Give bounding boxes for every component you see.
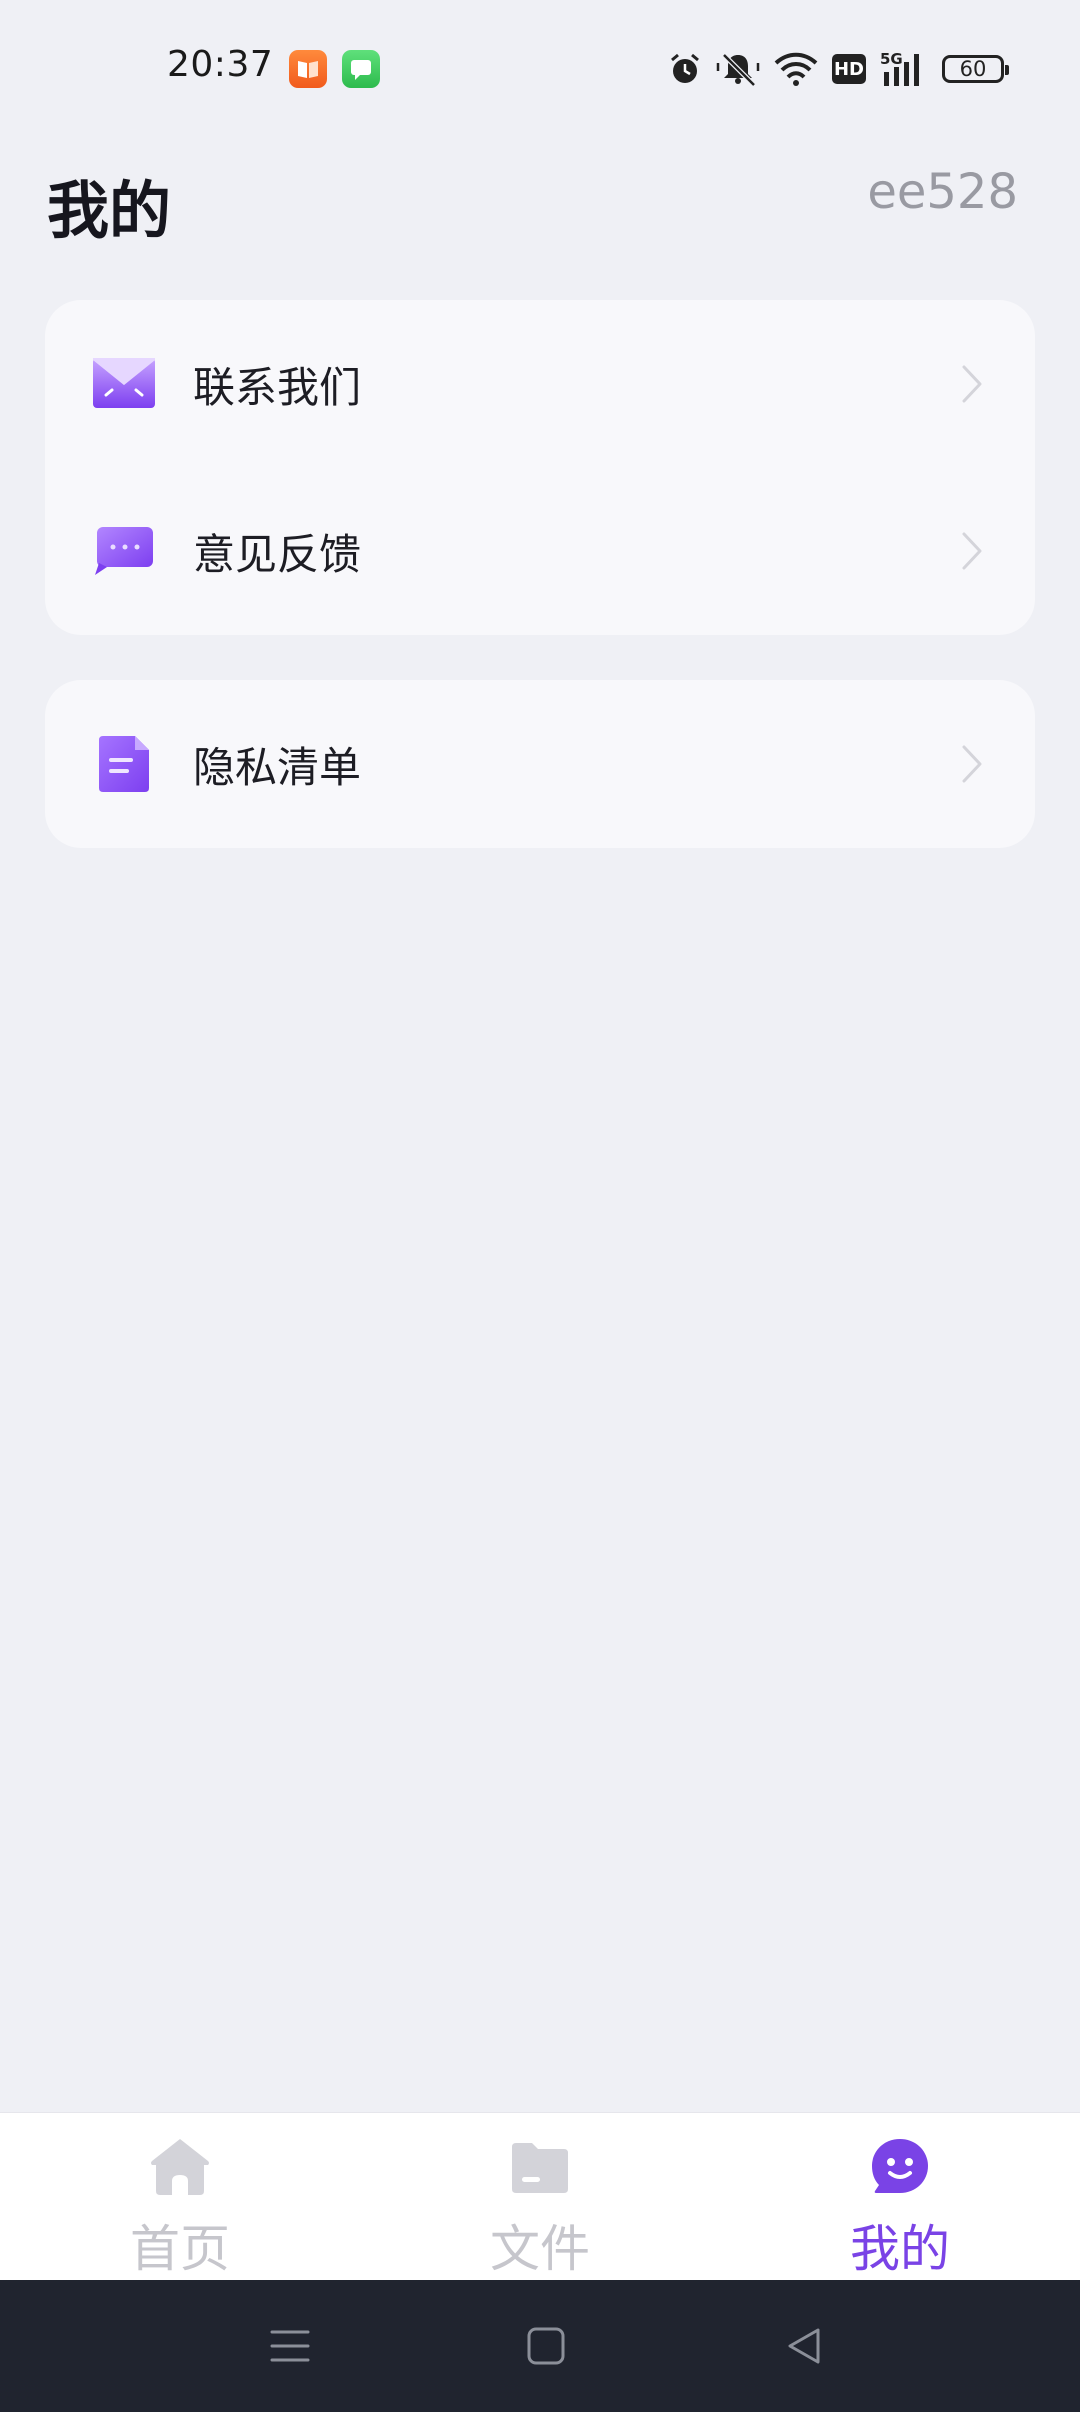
menu-group-privacy: 隐私清单 xyxy=(45,680,1035,848)
mail-icon xyxy=(93,353,155,415)
smile-icon xyxy=(872,2139,928,2193)
system-status-icons: HD 5G 60 xyxy=(668,46,1009,92)
chevron-right-icon xyxy=(962,532,982,570)
status-time: 20:37 xyxy=(167,44,274,85)
home-icon xyxy=(151,2139,209,2195)
alarm-icon xyxy=(671,53,699,83)
back-icon[interactable] xyxy=(784,2326,824,2366)
tab-mine[interactable]: 我的 xyxy=(720,2113,1080,2281)
chevron-right-icon xyxy=(962,365,982,403)
tab-files[interactable]: 文件 xyxy=(360,2113,720,2281)
menu-group-support: 联系我们 意见反馈 xyxy=(45,300,1035,635)
battery-level: 60 xyxy=(959,57,987,81)
home-square-icon[interactable] xyxy=(526,2326,566,2366)
chat-bubble-icon xyxy=(93,520,155,582)
5g-signal-icon: 5G xyxy=(880,50,919,86)
tab-home[interactable]: 首页 xyxy=(0,2113,360,2281)
svg-text:5G: 5G xyxy=(880,50,903,68)
folder-icon xyxy=(512,2143,568,2193)
chevron-right-icon xyxy=(962,745,982,783)
tab-label: 文件 xyxy=(490,2220,590,2278)
messages-app-icon xyxy=(342,50,380,88)
user-id: ee528 xyxy=(867,164,1018,220)
menu-item-label: 联系我们 xyxy=(193,362,362,412)
silent-icon xyxy=(716,53,760,87)
system-navigation-bar xyxy=(0,2280,1080,2412)
menu-item-privacy-list[interactable]: 隐私清单 xyxy=(45,680,1035,848)
tab-label: 首页 xyxy=(130,2220,230,2278)
hd-icon: HD xyxy=(832,54,866,84)
menu-item-label: 意见反馈 xyxy=(193,529,362,579)
menu-icon[interactable] xyxy=(270,2326,310,2366)
document-icon xyxy=(93,733,155,795)
page-title: 我的 xyxy=(47,174,172,247)
book-app-icon xyxy=(289,50,327,88)
status-bar: 20:37 HD 5G 60 xyxy=(0,0,1080,140)
menu-item-contact-us[interactable]: 联系我们 xyxy=(45,300,1035,468)
tab-label: 我的 xyxy=(850,2220,950,2278)
menu-item-feedback[interactable]: 意见反馈 xyxy=(45,467,1035,635)
menu-item-label: 隐私清单 xyxy=(193,742,362,792)
bottom-tab-bar: 首页 文件 我的 xyxy=(0,2112,1080,2281)
wifi-icon xyxy=(774,52,818,86)
battery-icon: 60 xyxy=(942,55,1009,83)
